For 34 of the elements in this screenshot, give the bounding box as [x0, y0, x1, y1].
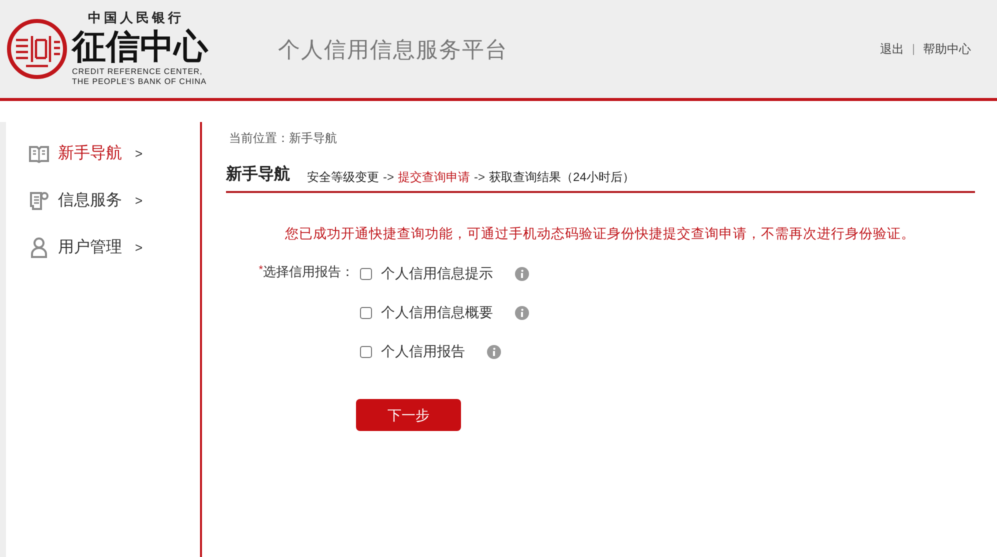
required-mark: * [258, 263, 263, 278]
sidebar-item[interactable]: 新手导航 > [28, 143, 200, 164]
document-icon [28, 190, 48, 210]
logo-english-text: CREDIT REFERENCE CENTER, [72, 67, 204, 77]
user-icon [30, 237, 48, 258]
report-label: 选择信用报告： [263, 263, 354, 282]
step-arrow: -> [474, 169, 486, 186]
book-icon [28, 144, 48, 162]
info-icon[interactable] [515, 306, 529, 320]
header-link[interactable]: 退出 [880, 40, 904, 58]
logo-name: 征信中心 [72, 27, 208, 67]
platform-title: 个人信用信息服务平台 [278, 36, 508, 64]
info-icon[interactable] [515, 266, 529, 281]
sidebar-item[interactable]: 用户管理 > [28, 237, 200, 258]
logo-english-text: THE PEOPLE'S BANK OF CHINA [72, 77, 208, 87]
seal-logo-icon [6, 18, 68, 80]
report-option-label[interactable]: 个人信用报告 [381, 341, 465, 362]
logo-top-line: 中国人民银行 [87, 11, 185, 27]
step-label: 提交查询申请 [398, 169, 470, 186]
sidebar-item[interactable]: 信息服务 > [28, 190, 200, 211]
next-step-button[interactable]: 下一步 [356, 399, 461, 432]
report-option-label[interactable]: 个人信用信息概要 [381, 302, 493, 324]
notice-text: 您已成功开通快捷查询功能，可通过手机动态码验证身份快捷提交查询申请，不需再次进行身份验证。 [284, 225, 916, 243]
step-label: 获取查询结果（24小时后） [489, 169, 634, 186]
report-option-label[interactable]: 个人信用信息提示 [381, 263, 493, 284]
info-icon[interactable] [487, 344, 501, 359]
header-link[interactable]: 帮助中心 [923, 40, 971, 58]
report-checkbox[interactable] [360, 306, 372, 319]
section-header: 新手导航 安全等级变更 -> 提交查询申请 -> 获取查询结果（24小时后） [226, 163, 975, 193]
report-checkbox[interactable] [360, 268, 372, 280]
breadcrumb: 当前位置：新手导航 [228, 130, 338, 147]
step-label: 安全等级变更 [307, 169, 379, 186]
report-checkbox[interactable] [360, 346, 372, 358]
step-arrow: -> [383, 169, 394, 186]
